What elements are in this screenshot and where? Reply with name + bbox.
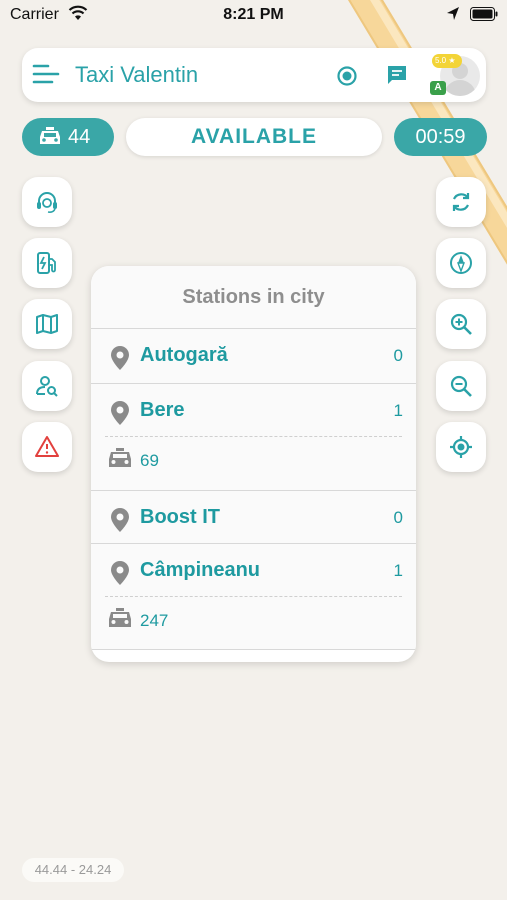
driver-search-button[interactable] [22, 361, 72, 411]
car-number: 247 [140, 611, 169, 630]
station-row[interactable]: Bere 1 69 [91, 384, 416, 491]
availability-status-button[interactable]: AVAILABLE [126, 118, 382, 156]
station-name: Autogară [140, 344, 228, 366]
compass-button[interactable] [436, 238, 486, 288]
status-bar: Carrier 8:21 PM [0, 0, 507, 30]
refresh-button[interactable] [436, 177, 486, 227]
timer-pill: 00:59 [394, 118, 487, 156]
taxi-count-pill[interactable]: 44 [22, 118, 114, 156]
zoom-out-button[interactable] [436, 361, 486, 411]
record-icon[interactable] [336, 65, 358, 92]
taxi-icon [107, 448, 133, 475]
battery-icon [470, 7, 498, 26]
divider [105, 596, 402, 597]
station-name: Câmpineanu [140, 559, 261, 581]
station-row[interactable]: Boost IT 0 [91, 491, 416, 544]
clock-label: 8:21 PM [223, 6, 284, 23]
chat-icon[interactable] [386, 64, 408, 91]
taxi-icon [38, 127, 62, 152]
pin-icon [110, 345, 130, 376]
station-row[interactable]: Câmpineanu 1 247 [91, 544, 416, 650]
star-icon: ★ [448, 56, 456, 65]
taxi-icon [107, 608, 133, 635]
pin-icon [110, 400, 130, 431]
my-location-button[interactable] [436, 422, 486, 472]
station-count: 0 [393, 346, 403, 365]
divider [105, 436, 402, 437]
station-count: 1 [393, 401, 403, 420]
app-title: Taxi Valentin [75, 62, 199, 87]
rating-value: 5.0 [435, 56, 447, 65]
taxi-count: 44 [68, 126, 91, 148]
pin-icon [110, 507, 130, 538]
station-count: 1 [393, 561, 403, 580]
map-button[interactable] [22, 299, 72, 349]
grade-badge: A [430, 81, 446, 95]
station-count: 0 [393, 508, 403, 527]
coordinates-label: 44.44 - 24.24 [22, 858, 124, 882]
car-number: 69 [140, 451, 159, 470]
rating-badge: 5.0 ★ [432, 54, 462, 68]
panel-title: Stations in city [91, 266, 416, 329]
location-arrow-icon [446, 6, 460, 27]
support-button[interactable] [22, 177, 72, 227]
menu-icon[interactable] [32, 62, 60, 91]
station-name: Bere [140, 399, 185, 421]
station-row[interactable]: Autogară 0 [91, 329, 416, 384]
fuel-button[interactable] [22, 238, 72, 288]
station-name: Boost IT [140, 506, 220, 528]
warning-button[interactable] [22, 422, 72, 472]
zoom-in-button[interactable] [436, 299, 486, 349]
app-header: Taxi Valentin 5.0 ★ A [22, 48, 486, 102]
pin-icon [110, 560, 130, 591]
stations-panel: Stations in city Autogară 0 Bere 1 69 Bo… [91, 266, 416, 662]
